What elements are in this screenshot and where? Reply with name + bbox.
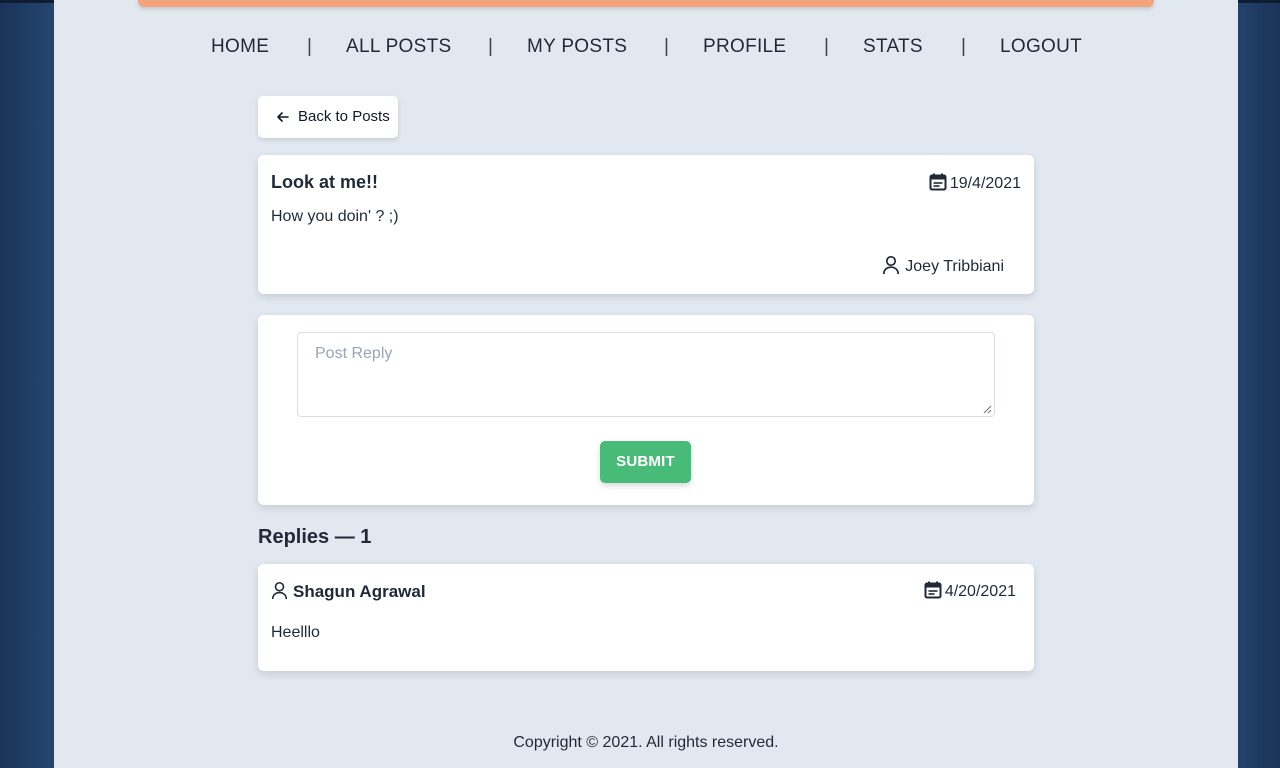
calendar-icon bbox=[924, 581, 942, 599]
calendar-icon bbox=[929, 173, 947, 191]
footer-copyright: Copyright © 2021. All rights reserved. bbox=[513, 734, 779, 751]
reply-body: Heelllo bbox=[271, 624, 320, 641]
post-card: Look at me!! 19/4/2021 How you doin' ? ;… bbox=[258, 155, 1034, 294]
nav-separator: | bbox=[961, 36, 967, 57]
reply-date: 4/20/2021 bbox=[924, 581, 1016, 601]
replies-heading: Replies — 1 bbox=[258, 526, 372, 548]
reply-card: Shagun Agrawal 4/20/2021 Heelllo bbox=[258, 564, 1034, 671]
post-title: Look at me!! bbox=[271, 172, 379, 192]
nav-separator: | bbox=[307, 36, 313, 57]
post-reply-placeholder: Post Reply bbox=[315, 345, 393, 362]
nav-separator: | bbox=[488, 36, 494, 57]
back-to-posts-label: Back to Posts bbox=[298, 108, 390, 125]
submit-button[interactable]: SUBMIT bbox=[600, 441, 691, 483]
nav-all-posts[interactable]: ALL POSTS bbox=[346, 36, 451, 58]
nav-home[interactable]: HOME bbox=[211, 36, 269, 58]
nav-separator: | bbox=[664, 36, 670, 57]
post-author: Joey Tribbiani bbox=[882, 255, 1004, 276]
back-to-posts-button[interactable]: Back to Posts bbox=[258, 96, 398, 138]
nav-profile[interactable]: PROFILE bbox=[703, 36, 786, 58]
reply-author: Shagun Agrawal bbox=[271, 581, 426, 602]
reply-date-text: 4/20/2021 bbox=[944, 583, 1016, 600]
arrow-left-icon bbox=[276, 107, 290, 131]
nav-my-posts[interactable]: MY POSTS bbox=[527, 36, 627, 58]
post-reply-textarea[interactable]: Post Reply bbox=[297, 332, 995, 417]
post-date: 19/4/2021 bbox=[929, 173, 1021, 193]
user-icon bbox=[883, 255, 900, 275]
reply-form-card: Post Reply SUBMIT bbox=[258, 315, 1034, 505]
resize-handle-icon[interactable] bbox=[983, 405, 992, 414]
nav-logout[interactable]: LOGOUT bbox=[1000, 36, 1082, 58]
user-icon bbox=[271, 581, 288, 600]
post-date-text: 19/4/2021 bbox=[949, 175, 1021, 192]
main-nav: HOME | ALL POSTS | MY POSTS | PROFILE | … bbox=[54, 36, 1238, 60]
nav-separator: | bbox=[824, 36, 830, 57]
post-author-name: Joey Tribbiani bbox=[905, 258, 1004, 275]
header-accent-bar bbox=[138, 0, 1154, 7]
post-body: How you doin' ? ;) bbox=[271, 208, 399, 225]
nav-stats[interactable]: STATS bbox=[863, 36, 923, 58]
page-container: HOME | ALL POSTS | MY POSTS | PROFILE | … bbox=[54, 0, 1238, 768]
reply-author-name: Shagun Agrawal bbox=[293, 582, 426, 601]
